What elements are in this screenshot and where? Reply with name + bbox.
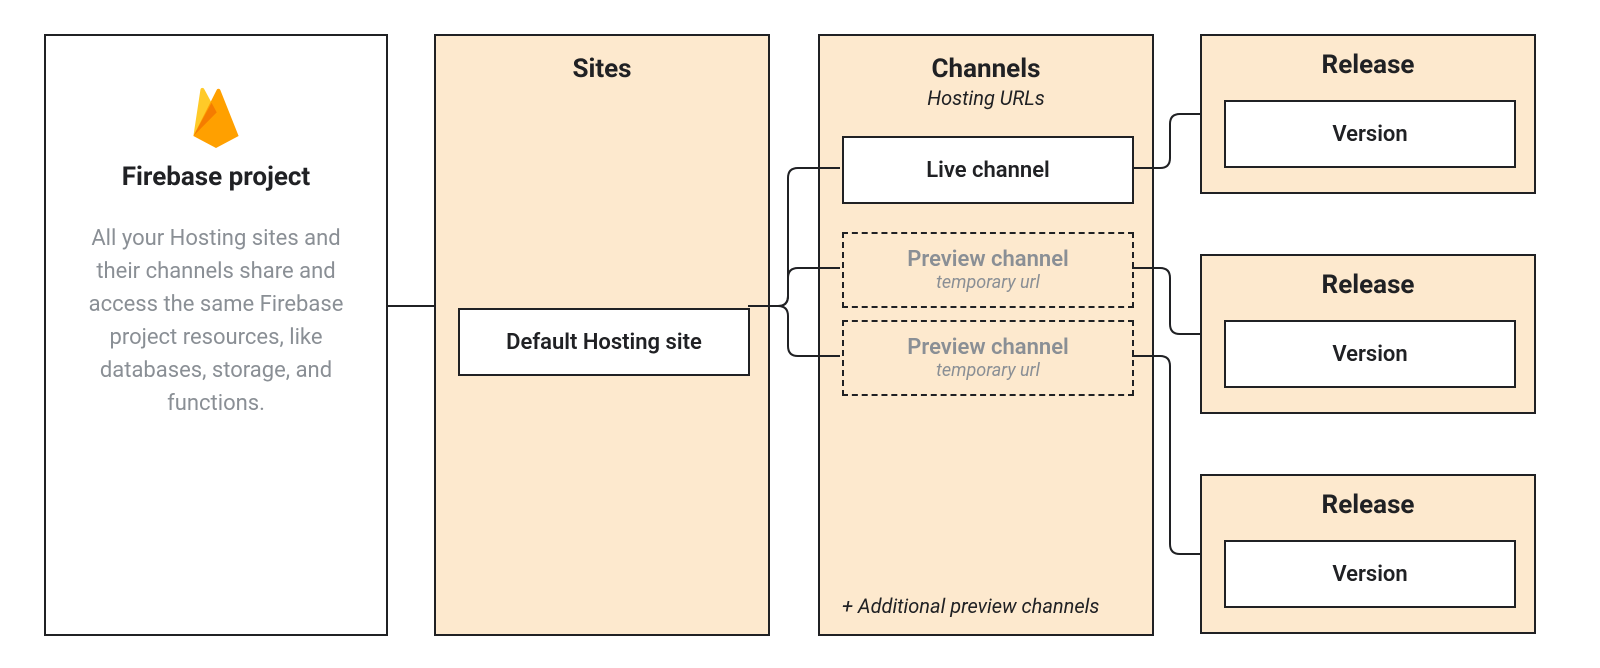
- release-1-version-chip: Version: [1224, 100, 1516, 168]
- release-1-title: Release: [1202, 50, 1534, 80]
- live-channel-label: Live channel: [926, 158, 1050, 183]
- channels-title: Channels: [820, 54, 1152, 84]
- release-2-title: Release: [1202, 270, 1534, 300]
- preview-channel-1-chip: Preview channel temporary url: [842, 232, 1134, 308]
- release-3-box: Release Version: [1200, 474, 1536, 634]
- preview-channel-1-sub: temporary url: [936, 272, 1040, 293]
- release-2-box: Release Version: [1200, 254, 1536, 414]
- release-2-version-label: Version: [1332, 342, 1407, 367]
- release-2-version-chip: Version: [1224, 320, 1516, 388]
- release-1-version-label: Version: [1332, 122, 1407, 147]
- live-channel-chip: Live channel: [842, 136, 1134, 204]
- default-hosting-site-chip: Default Hosting site: [458, 308, 750, 376]
- default-hosting-site-label: Default Hosting site: [506, 330, 702, 355]
- preview-channel-2-sub: temporary url: [936, 360, 1040, 381]
- release-3-title: Release: [1202, 490, 1534, 520]
- preview-channel-1-label: Preview channel: [907, 247, 1069, 272]
- firebase-icon: [72, 86, 360, 148]
- preview-channel-2-chip: Preview channel temporary url: [842, 320, 1134, 396]
- channels-box: Channels Hosting URLs Live channel Previ…: [818, 34, 1154, 636]
- release-1-box: Release Version: [1200, 34, 1536, 194]
- channels-subtitle: Hosting URLs: [820, 86, 1152, 110]
- project-title: Firebase project: [72, 162, 360, 192]
- diagram-canvas: Firebase project All your Hosting sites …: [0, 0, 1600, 668]
- sites-box: Sites Default Hosting site: [434, 34, 770, 636]
- project-box: Firebase project All your Hosting sites …: [44, 34, 388, 636]
- channels-footer: + Additional preview channels: [842, 594, 1130, 618]
- firebase-icon-svg: [193, 86, 239, 148]
- release-3-version-chip: Version: [1224, 540, 1516, 608]
- sites-title: Sites: [436, 54, 768, 84]
- project-description: All your Hosting sites and their channel…: [72, 222, 360, 420]
- preview-channel-2-label: Preview channel: [907, 335, 1069, 360]
- release-3-version-label: Version: [1332, 562, 1407, 587]
